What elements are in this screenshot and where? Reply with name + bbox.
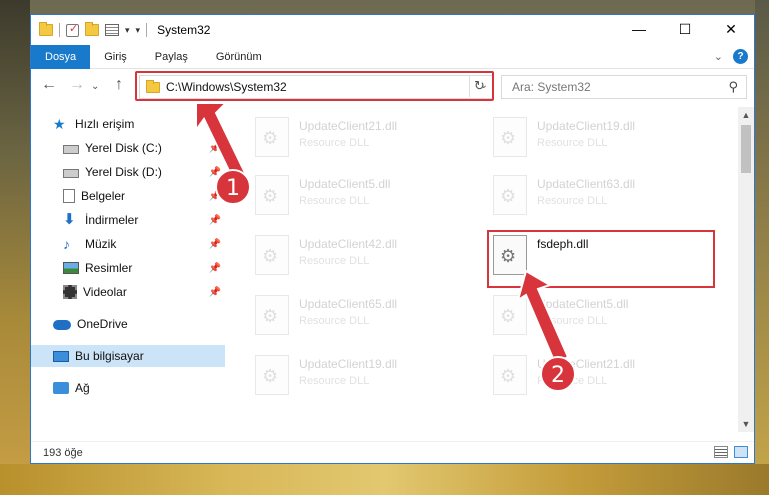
step-badge-2: 2 xyxy=(540,356,576,392)
annotation-arrows xyxy=(195,102,570,365)
arrow-2 xyxy=(516,269,570,365)
step-badge-1: 1 xyxy=(215,169,251,205)
